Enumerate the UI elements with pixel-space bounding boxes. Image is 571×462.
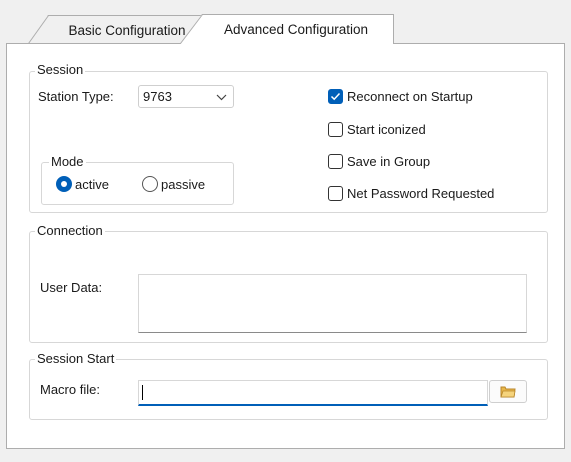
- save-in-group-checkbox[interactable]: [328, 154, 343, 169]
- start-iconized-checkbox[interactable]: [328, 122, 343, 137]
- mode-group-title: Mode: [49, 154, 86, 169]
- mode-passive-radio[interactable]: [142, 176, 158, 192]
- station-type-label: Station Type:: [38, 89, 114, 104]
- net-password-requested-checkbox[interactable]: [328, 186, 343, 201]
- tab-basic-label: Basic Configuration: [68, 22, 186, 38]
- user-data-label: User Data:: [40, 280, 103, 295]
- macro-file-label: Macro file:: [40, 382, 100, 397]
- tab-advanced-configuration[interactable]: Advanced Configuration: [180, 14, 394, 44]
- mode-active-label[interactable]: active: [75, 177, 109, 192]
- mode-active-radio[interactable]: [56, 176, 72, 192]
- checkmark-icon: [330, 92, 341, 101]
- reconnect-on-startup-checkbox[interactable]: [328, 89, 343, 104]
- station-type-select[interactable]: 9763: [138, 85, 234, 108]
- browse-macro-button[interactable]: [489, 380, 527, 403]
- chevron-down-icon: [216, 94, 227, 101]
- save-in-group-label[interactable]: Save in Group: [347, 154, 430, 169]
- station-type-value: 9763: [143, 89, 172, 104]
- start-iconized-label[interactable]: Start iconized: [347, 122, 426, 137]
- session-group-title: Session: [35, 62, 86, 77]
- connection-group-title: Connection: [35, 223, 105, 238]
- session-start-group-title: Session Start: [35, 351, 117, 366]
- tab-advanced-label: Advanced Configuration: [223, 22, 369, 37]
- user-data-textarea[interactable]: [138, 274, 527, 333]
- macro-file-input[interactable]: [138, 380, 488, 406]
- net-password-requested-label[interactable]: Net Password Requested: [347, 186, 494, 201]
- tab-advanced-edge: [180, 14, 203, 44]
- text-caret: [142, 385, 143, 400]
- reconnect-on-startup-label[interactable]: Reconnect on Startup: [347, 89, 473, 104]
- mode-passive-label[interactable]: passive: [161, 177, 205, 192]
- tab-basic-edge: [28, 15, 49, 44]
- folder-icon: [500, 386, 516, 398]
